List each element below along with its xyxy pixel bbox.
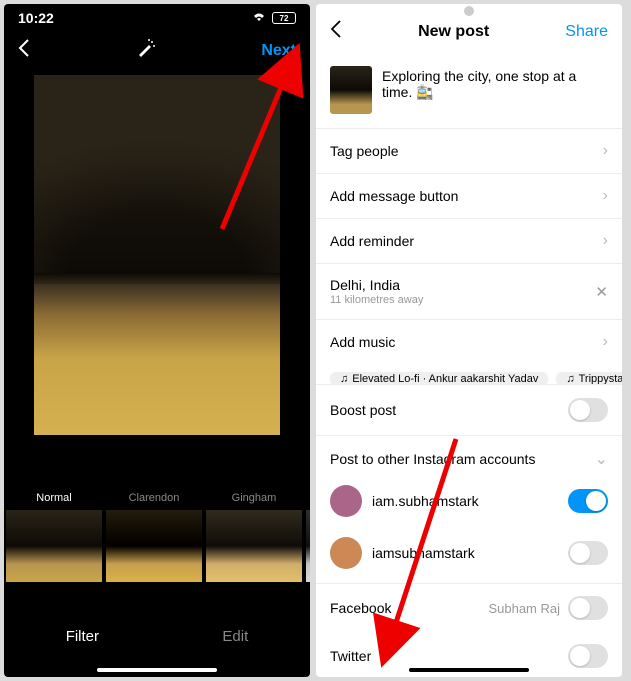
music-chip[interactable]: ♫Elevated Lo-fi · Ankur aakarshit Yadav xyxy=(330,372,548,385)
wifi-icon xyxy=(251,10,267,26)
chevron-right-icon: › xyxy=(603,187,608,205)
location-name: Delhi, India xyxy=(330,277,423,293)
home-indicator[interactable] xyxy=(409,668,529,672)
battery-icon: 72 xyxy=(272,12,296,24)
music-chips: ♫Elevated Lo-fi · Ankur aakarshit Yadav … xyxy=(316,364,622,385)
photo-preview[interactable] xyxy=(34,75,280,435)
chevron-right-icon: › xyxy=(603,333,608,351)
post-thumbnail[interactable] xyxy=(330,66,372,114)
next-button[interactable]: Next xyxy=(261,42,296,60)
add-reminder-row[interactable]: Add reminder› xyxy=(316,219,622,264)
boost-toggle[interactable] xyxy=(568,398,608,422)
other-accounts-header[interactable]: Post to other Instagram accounts⌄ xyxy=(316,436,622,475)
account-name: iamsubhamstark xyxy=(372,545,475,561)
page-title: New post xyxy=(418,23,489,41)
account-row: iamsubhamstark xyxy=(316,527,622,584)
add-message-row[interactable]: Add message button› xyxy=(316,174,622,219)
account-name: iam.subhamstark xyxy=(372,493,479,509)
chevron-right-icon: › xyxy=(603,232,608,250)
nav-bar: Next xyxy=(4,28,310,71)
add-music-row[interactable]: Add music› xyxy=(316,320,622,364)
chevron-right-icon: › xyxy=(603,142,608,160)
clear-location-icon[interactable]: ✕ xyxy=(595,283,608,301)
music-chip[interactable]: ♫Trippystan xyxy=(556,372,622,385)
facebook-toggle[interactable] xyxy=(568,596,608,620)
chevron-down-icon: ⌄ xyxy=(595,449,608,469)
location-distance: 11 kilometres away xyxy=(330,294,423,306)
tab-edit[interactable]: Edit xyxy=(222,628,248,645)
filter-strip[interactable]: Normal Clarendon Gingham M xyxy=(4,492,310,592)
avatar xyxy=(330,485,362,517)
account-toggle[interactable] xyxy=(568,489,608,513)
bottom-tabs: Filter Edit xyxy=(4,614,310,659)
music-note-icon: ♫ xyxy=(566,373,574,385)
magic-wand-icon[interactable] xyxy=(136,38,156,63)
avatar xyxy=(330,537,362,569)
location-row[interactable]: Delhi, India11 kilometres away ✕ xyxy=(316,264,622,320)
twitter-toggle[interactable] xyxy=(568,644,608,668)
tag-people-row[interactable]: Tag people› xyxy=(316,129,622,174)
back-icon[interactable] xyxy=(18,39,30,63)
filter-clarendon[interactable]: Clarendon xyxy=(106,492,202,592)
home-indicator[interactable] xyxy=(97,668,217,672)
account-row: iam.subhamstark xyxy=(316,475,622,527)
filter-gingham[interactable]: Gingham xyxy=(206,492,302,592)
boost-post-row: Boost post xyxy=(316,385,622,436)
share-button[interactable]: Share xyxy=(565,23,608,41)
status-time: 10:22 xyxy=(18,10,54,26)
back-icon[interactable] xyxy=(330,20,342,44)
tab-filter[interactable]: Filter xyxy=(66,628,99,645)
caption-input[interactable]: Exploring the city, one stop at a time. … xyxy=(382,66,608,114)
filter-normal[interactable]: Normal xyxy=(6,492,102,592)
status-bar: 10:22 72 xyxy=(4,4,310,28)
front-camera xyxy=(464,6,474,16)
filter-moon[interactable]: M xyxy=(306,492,310,592)
caption-row[interactable]: Exploring the city, one stop at a time. … xyxy=(316,56,622,129)
account-toggle[interactable] xyxy=(568,541,608,565)
filter-screen: 10:22 72 Next Normal Clarendon Gingham M… xyxy=(4,4,310,677)
new-post-screen: New post Share Exploring the city, one s… xyxy=(316,4,622,677)
music-note-icon: ♫ xyxy=(340,373,348,385)
share-facebook-row: FacebookSubham Raj xyxy=(316,584,622,632)
